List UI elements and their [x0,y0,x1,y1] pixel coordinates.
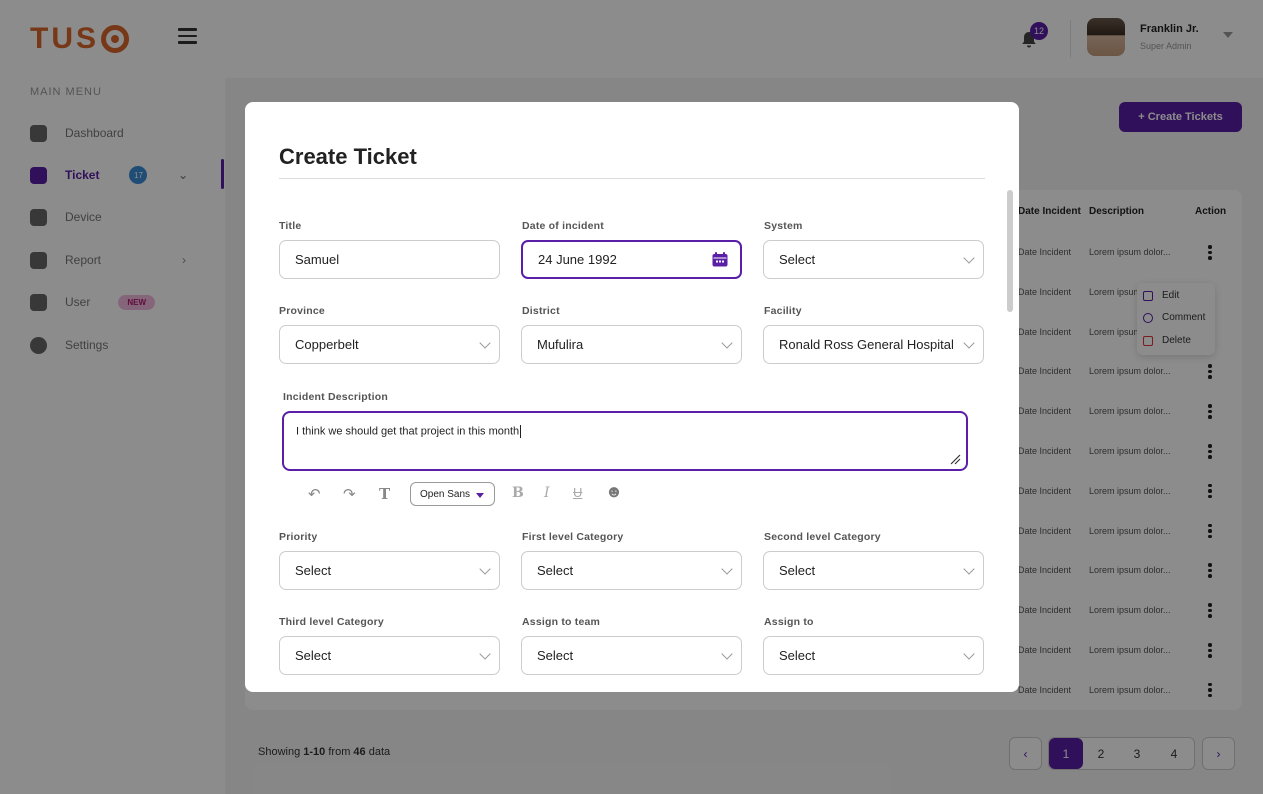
chevron-down-icon [963,337,975,349]
divider [279,178,985,179]
date-input[interactable]: 24 June 1992 [521,240,742,279]
assign-team-label: Assign to team [522,616,601,628]
chevron-down-icon [479,563,491,575]
assign-to-label: Assign to [764,616,814,628]
assign-to-select[interactable]: Select [763,636,984,675]
system-label: System [764,220,803,232]
text-format-icon[interactable]: T [379,485,390,503]
district-select[interactable]: Mufulira [521,325,742,364]
text-cursor [520,425,522,438]
font-select[interactable]: Open Sans [410,482,495,506]
priority-label: Priority [279,531,318,543]
third-category-select[interactable]: Select [279,636,500,675]
district-label: District [522,305,560,317]
priority-select[interactable]: Select [279,551,500,590]
modal-title: Create Ticket [279,144,417,169]
first-category-label: First level Category [522,531,624,543]
italic-icon[interactable]: I [544,485,550,501]
chevron-down-icon [721,337,733,349]
resize-handle-icon[interactable] [950,454,961,465]
chevron-down-icon [963,563,975,575]
province-select[interactable]: Copperbelt [279,325,500,364]
chevron-down-icon [721,563,733,575]
facility-select[interactable]: Ronald Ross General Hospital [763,325,984,364]
chevron-down-icon [963,252,975,264]
emoji-icon[interactable]: ☻ [605,482,623,502]
redo-icon[interactable]: ↷ [343,485,356,503]
title-label: Title [279,220,302,232]
chevron-down-icon [479,337,491,349]
strikethrough-icon[interactable]: U [573,485,582,500]
editor-toolbar: ↶ ↷ T Open Sans B I U ☻ [282,479,682,509]
facility-label: Facility [764,305,802,317]
third-category-label: Third level Category [279,616,384,628]
chevron-down-icon [721,648,733,660]
chevron-down-icon [479,648,491,660]
title-input[interactable]: Samuel [279,240,500,279]
create-ticket-modal: Create Ticket Title Samuel Date of incid… [245,102,1019,692]
caret-down-icon [476,493,484,498]
first-category-select[interactable]: Select [521,551,742,590]
description-label: Incident Description [283,391,388,403]
province-label: Province [279,305,325,317]
date-label: Date of incident [522,220,604,232]
assign-team-select[interactable]: Select [521,636,742,675]
system-select[interactable]: Select [763,240,984,279]
description-textarea[interactable]: I think we should get that project in th… [282,411,968,471]
modal-scrollbar[interactable] [1007,190,1013,312]
chevron-down-icon [963,648,975,660]
calendar-icon[interactable] [712,252,728,267]
bold-icon[interactable]: B [512,485,524,501]
second-category-select[interactable]: Select [763,551,984,590]
second-category-label: Second level Category [764,531,881,543]
undo-icon[interactable]: ↶ [308,485,321,503]
